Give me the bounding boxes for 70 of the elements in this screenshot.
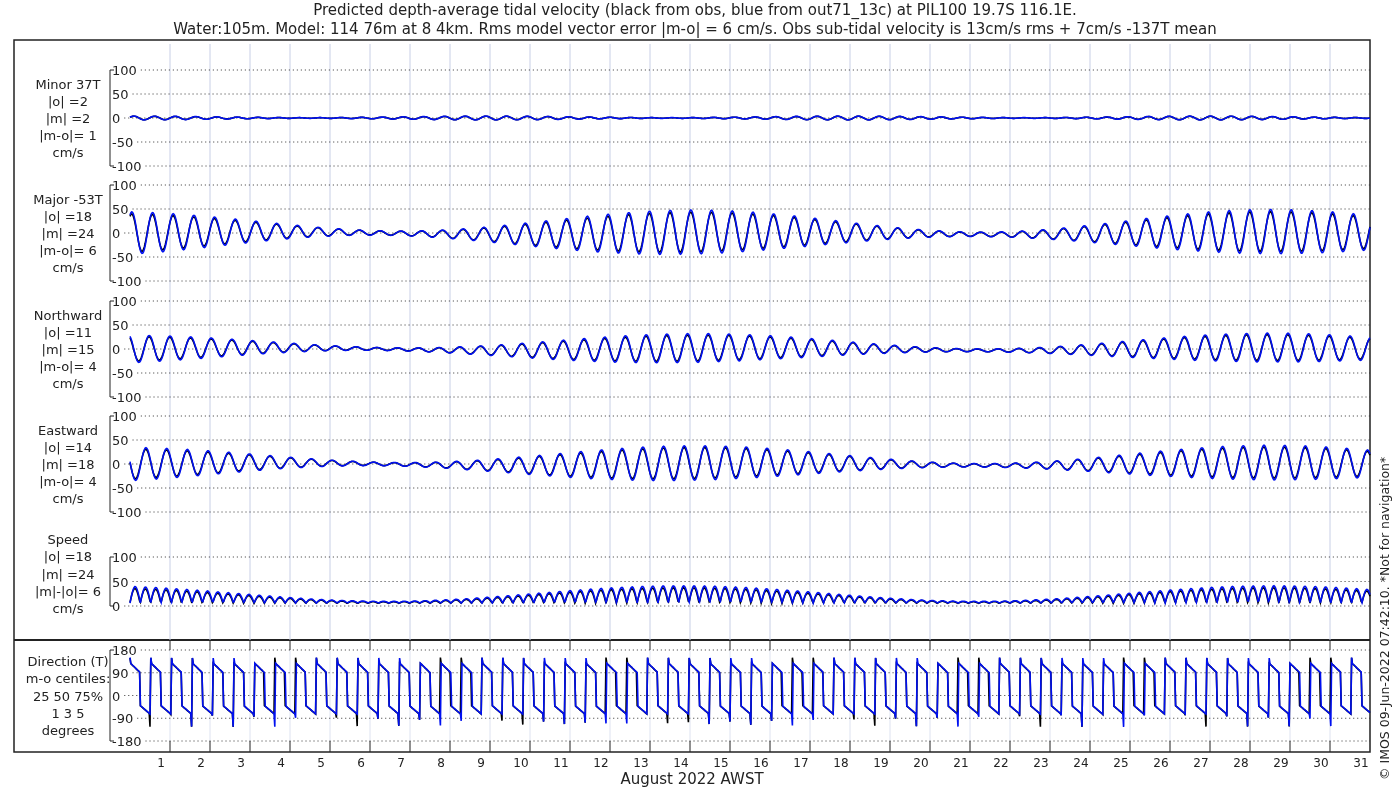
y-tick-label: -50 (112, 250, 134, 265)
x-tick-label: 15 (713, 756, 729, 770)
x-tick-label: 12 (593, 756, 609, 770)
y-tick-label: 0 (112, 457, 121, 472)
y-axis-line (109, 556, 115, 607)
x-tick-label: 17 (793, 756, 809, 770)
panel-label: Eastward |o| =14 |m| =18 |m-o|= 4 cm/s (38, 422, 98, 507)
y-tick-label: -90 (112, 711, 134, 727)
y-tick-label: -100 (112, 390, 142, 405)
x-tick-label: 14 (673, 756, 689, 770)
x-tick-label: 25 (1113, 756, 1129, 770)
y-tick-label: -100 (112, 159, 142, 174)
y-tick-label: 100 (112, 550, 137, 565)
y-tick-label: 180 (112, 643, 137, 658)
y-tick-label: 100 (112, 294, 137, 309)
x-tick-label: 6 (357, 756, 365, 770)
y-tick-label: -50 (112, 135, 134, 150)
y-tick-label: -50 (112, 366, 134, 381)
y-tick-label: 50 (112, 574, 129, 590)
x-tick-label: 24 (1073, 756, 1089, 770)
y-tick-label: 100 (112, 409, 137, 424)
y-tick-label: 0 (112, 111, 121, 126)
chart-title: Water:105m. Model: 114 76m at 8 4km. Rms model vector error |m-o| = 6 cm/s. Obs sub-tidal velocity is 13cm/s rms + 7cm/s -137T mean (173, 20, 1217, 38)
panel-label: Direction (T) m-o centiles: 25 50 75% 1 3 5 degrees (25, 654, 111, 738)
x-tick-label: 19 (873, 756, 889, 770)
x-tick-label: 9 (477, 756, 485, 770)
x-tick-label: 27 (1193, 756, 1209, 770)
x-tick-label: 22 (993, 756, 1009, 770)
x-tick-label: 2 (197, 756, 205, 770)
x-tick-label: 30 (1313, 756, 1329, 770)
x-tick-label: 13 (633, 756, 649, 770)
y-tick-label: 50 (112, 87, 129, 102)
y-tick-label: 90 (112, 665, 129, 681)
y-tick-label: -100 (112, 274, 142, 289)
x-tick-label: 23 (1033, 756, 1049, 770)
y-tick-label: -100 (112, 505, 142, 520)
x-axis-label: August 2022 AWST (620, 770, 764, 788)
x-tick-label: 21 (953, 756, 969, 770)
y-tick-label: 50 (112, 202, 129, 217)
chart-title: Predicted depth-average tidal velocity (black from obs, blue from out71_13c) at PIL100 19.7S 116.1E. (313, 1, 1077, 19)
x-tick-label: 10 (513, 756, 529, 770)
x-tick-label: 31 (1353, 756, 1369, 770)
panel-label: Speed |o| =18 |m| =24 |m|-|o|= 6 cm/s (34, 532, 102, 616)
y-tick-label: 50 (112, 433, 129, 448)
x-tick-label: 3 (237, 756, 245, 770)
x-tick-label: 29 (1273, 756, 1289, 770)
y-tick-label: 0 (112, 226, 121, 241)
copyright-note: © IMOS 09-Jun-2022 07:42:10. *Not for navigation* (1377, 456, 1392, 780)
y-tick-label: -50 (112, 481, 134, 496)
x-tick-label: 1 (157, 756, 165, 770)
y-tick-label: -180 (112, 734, 142, 749)
x-tick-label: 4 (277, 756, 285, 770)
x-tick-label: 7 (397, 756, 405, 770)
y-tick-label: 100 (112, 63, 137, 78)
panel-label: Northward |o| =11 |m| =15 |m-o|= 4 cm/s (33, 307, 103, 392)
panel-label: Minor 37T |o| =2 |m| =2 |m-o|= 1 cm/s (35, 76, 101, 161)
y-tick-label: 0 (112, 599, 121, 614)
x-tick-label: 8 (437, 756, 445, 770)
y-tick-label: 0 (112, 342, 121, 357)
x-tick-label: 11 (553, 756, 569, 770)
y-tick-label: 0 (112, 688, 121, 704)
panel-label: Major -53T |o| =18 |m| =24 |m-o|= 6 cm/s (33, 191, 103, 276)
y-tick-label: 50 (112, 318, 129, 333)
x-tick-label: 18 (833, 756, 849, 770)
x-tick-label: 16 (753, 756, 769, 770)
x-tick-label: 28 (1233, 756, 1249, 770)
y-tick-label: 100 (112, 178, 137, 193)
x-tick-label: 26 (1153, 756, 1169, 770)
x-tick-label: 20 (913, 756, 929, 770)
x-tick-label: 5 (317, 756, 325, 770)
